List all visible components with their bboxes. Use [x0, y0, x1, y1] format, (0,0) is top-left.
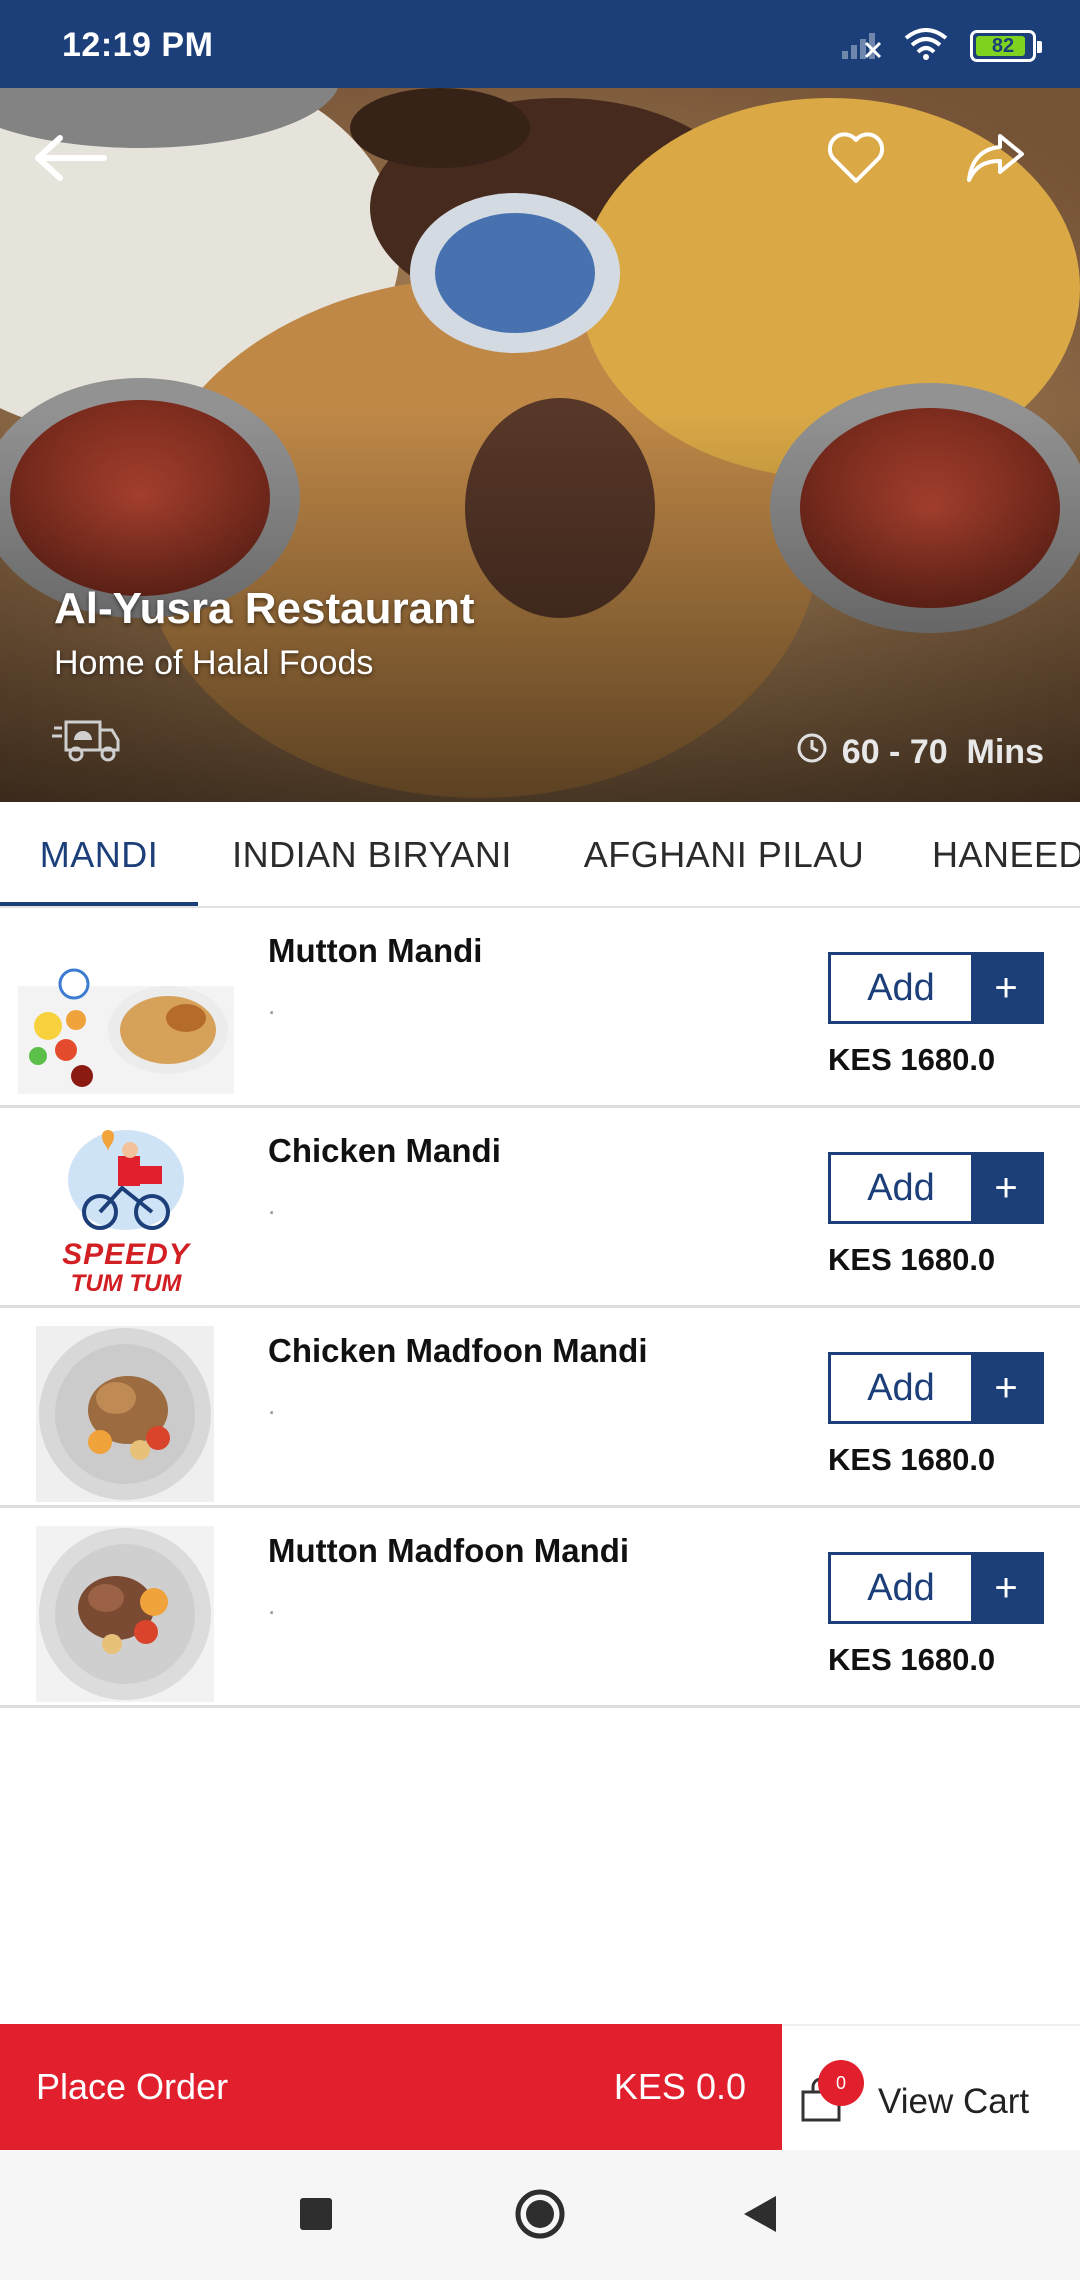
menu-item-price: KES 1680.0 [828, 1442, 996, 1477]
menu-item-description: . [268, 1390, 276, 1420]
tab-haneed[interactable]: HANEED [920, 802, 1080, 906]
place-order-button[interactable]: Place Order KES 0.0 [0, 2024, 782, 2150]
menu-item-name: Mutton Mandi [268, 932, 483, 969]
status-icons: 82 [840, 27, 1042, 65]
hero-shade [0, 88, 1080, 802]
view-cart-button[interactable]: 0 View Cart [782, 2024, 1080, 2150]
add-button-label: Add [867, 1566, 935, 1609]
tumtum-logo-text: TUM TUM [70, 1270, 182, 1297]
menu-item-name: Chicken Mandi [268, 1132, 501, 1169]
menu-item-price: KES 1680.0 [828, 1642, 996, 1677]
add-button[interactable]: Add + [828, 1552, 1044, 1624]
system-nav-bar [0, 2150, 1080, 2280]
plus-icon: + [971, 1155, 1041, 1221]
menu-list: Mutton Mandi . Add + KES 1680.0 SPEEDY T… [0, 908, 1080, 1708]
add-button-label: Add [867, 1166, 935, 1209]
menu-item: Mutton Madfoon Mandi . Add + KES 1680.0 [0, 1508, 1080, 1708]
back-arrow-icon [32, 134, 108, 187]
plus-icon: + [971, 1555, 1041, 1621]
tab-indian-biryani[interactable]: INDIAN BIRYANI [220, 802, 524, 906]
delivery-icon [52, 716, 122, 769]
tab-indicator [0, 902, 198, 906]
speedy-logo-text: SPEEDY [62, 1238, 190, 1271]
add-button-label: Add [867, 966, 935, 1009]
recents-button[interactable] [284, 2184, 348, 2248]
plus-icon: + [971, 955, 1041, 1021]
order-total: KES 0.0 [613, 2066, 746, 2107]
add-button[interactable]: Add + [828, 952, 1044, 1024]
delivery-eta: 60 - 70 Mins [796, 732, 1044, 773]
restaurant-name: Al-Yusra Restaurant [54, 584, 475, 633]
restaurant-tagline: Home of Halal Foods [54, 644, 374, 682]
menu-item-image: SPEEDY TUM TUM [18, 1126, 234, 1302]
menu-item: Mutton Mandi . Add + KES 1680.0 [0, 908, 1080, 1108]
clock-icon [796, 732, 828, 773]
add-button[interactable]: Add + [828, 1152, 1044, 1224]
share-button[interactable] [948, 112, 1044, 208]
tab-afghani-pilau[interactable]: AFGHANI PILAU [570, 802, 878, 906]
battery-icon: 82 [970, 30, 1042, 62]
battery-level: 82 [991, 34, 1015, 57]
menu-item-image [36, 1526, 214, 1702]
category-tabs: MANDI INDIAN BIRYANI AFGHANI PILAU HANEE… [0, 802, 1080, 908]
home-button[interactable] [508, 2184, 572, 2248]
add-button[interactable]: Add + [828, 1352, 1044, 1424]
tab-mandi[interactable]: MANDI [0, 802, 198, 906]
heart-icon [827, 131, 885, 190]
signal-icon [840, 29, 882, 64]
menu-item-description: . [268, 1190, 276, 1220]
menu-item: SPEEDY TUM TUM Chicken Mandi . Add + KES… [0, 1108, 1080, 1308]
favorite-button[interactable] [808, 112, 904, 208]
triangle-back-icon [742, 2194, 778, 2239]
place-order-label: Place Order [36, 2066, 229, 2107]
menu-item: Chicken Madfoon Mandi . Add + KES 1680.0 [0, 1308, 1080, 1508]
order-bar: Place Order KES 0.0 0 View Cart [0, 2024, 1080, 2150]
menu-item-price: KES 1680.0 [828, 1242, 996, 1277]
home-circle-icon [514, 2188, 566, 2245]
menu-item-image [18, 926, 234, 1102]
square-icon [298, 2196, 334, 2237]
status-time: 12:19 PM [62, 26, 214, 64]
menu-item-image [36, 1326, 214, 1502]
back-button[interactable] [22, 112, 118, 208]
menu-item-description: . [268, 1590, 276, 1620]
share-icon [966, 132, 1026, 189]
add-button-label: Add [867, 1366, 935, 1409]
wifi-icon [904, 27, 948, 65]
view-cart-label: View Cart [878, 2082, 1030, 2121]
menu-item-name: Chicken Madfoon Mandi [268, 1332, 648, 1369]
eta-text: 60 - 70 Mins [841, 733, 1044, 771]
menu-item-description: . [268, 990, 276, 1020]
back-nav-button[interactable] [728, 2184, 792, 2248]
cart-count-badge: 0 [818, 2060, 864, 2106]
menu-item-price: KES 1680.0 [828, 1042, 996, 1077]
menu-item-name: Mutton Madfoon Mandi [268, 1532, 630, 1569]
status-bar: 12:19 PM 82 [0, 0, 1080, 88]
plus-icon: + [971, 1355, 1041, 1421]
restaurant-hero: Al-Yusra Restaurant Home of Halal Foods … [0, 88, 1080, 802]
